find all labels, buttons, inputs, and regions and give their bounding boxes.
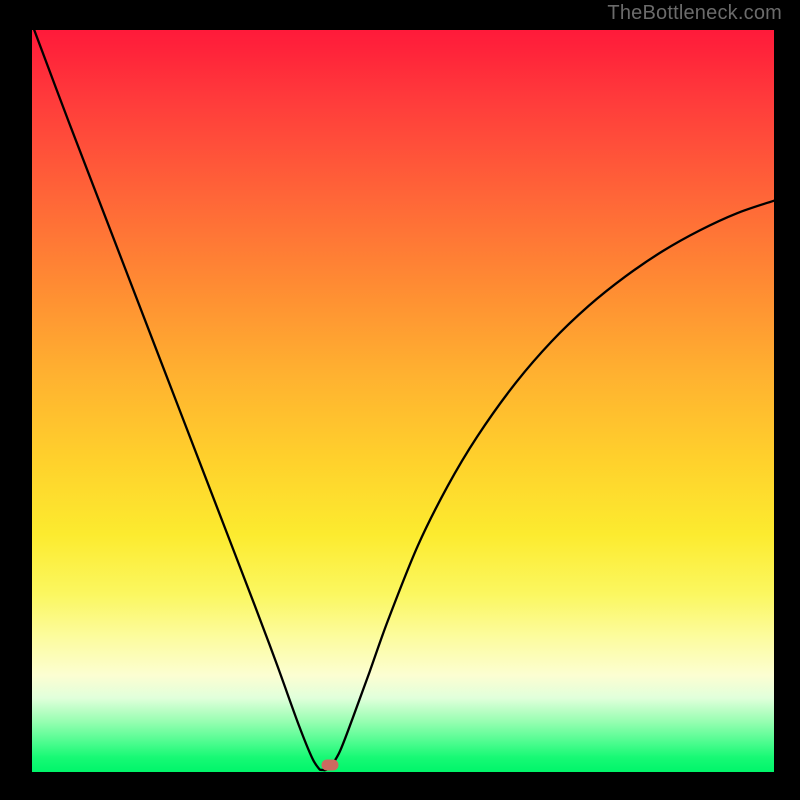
optimum-marker <box>321 760 338 771</box>
chart-frame: TheBottleneck.com <box>0 0 800 800</box>
bottleneck-curve <box>32 30 774 772</box>
watermark-text: TheBottleneck.com <box>607 2 782 25</box>
